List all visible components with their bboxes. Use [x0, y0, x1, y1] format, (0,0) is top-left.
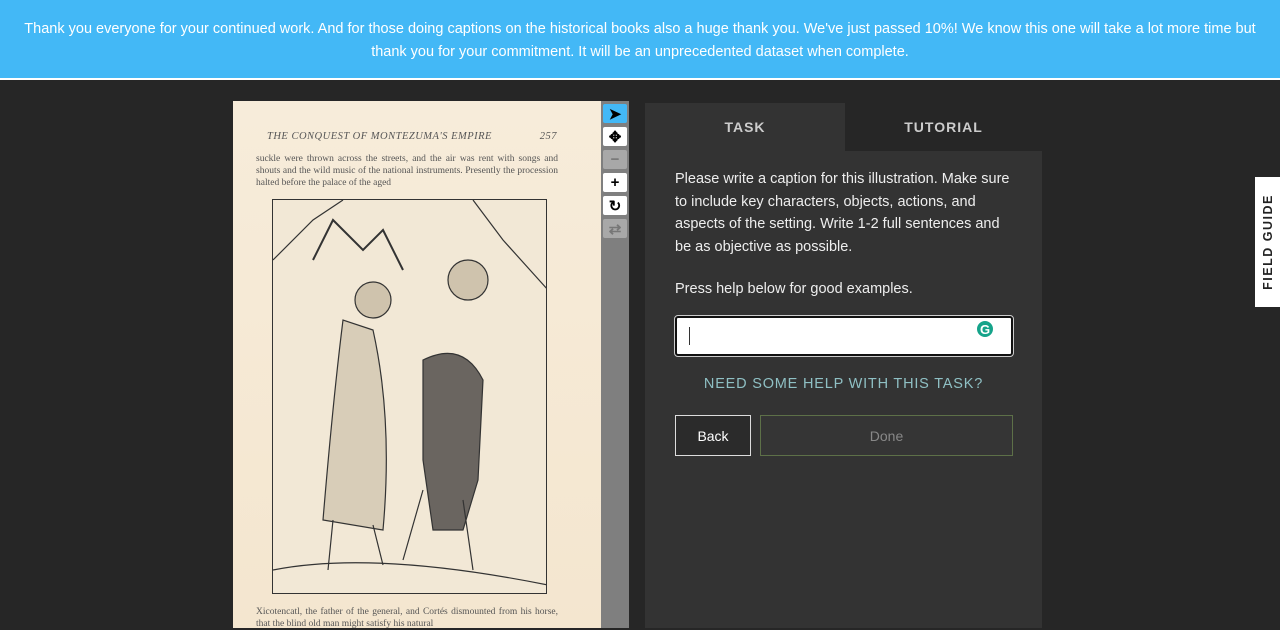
- announcement-banner: Thank you everyone for your continued wo…: [0, 0, 1280, 80]
- move-icon[interactable]: ✥: [603, 127, 627, 146]
- help-hint: Press help below for good examples.: [675, 281, 913, 297]
- banner-text: Thank you everyone for your continued wo…: [24, 21, 1256, 60]
- field-guide-tab[interactable]: FIELD GUIDE: [1255, 177, 1280, 307]
- page-text-bottom: Xicotencatl, the father of the general, …: [256, 607, 558, 629]
- running-header: THE CONQUEST OF MONTEZUMA'S EMPIRE 257: [267, 131, 557, 142]
- caption-input[interactable]: G: [674, 315, 1014, 357]
- image-toolbar: ➤ ✥ − + ↻ ⇄: [601, 101, 629, 628]
- header-title: THE CONQUEST OF MONTEZUMA'S EMPIRE: [267, 131, 492, 142]
- task-instruction: Please write a caption for this illustra…: [675, 171, 1010, 255]
- reset-icon[interactable]: ⇄: [603, 219, 627, 238]
- rotate-icon[interactable]: ↻: [603, 196, 627, 215]
- back-button[interactable]: Back: [675, 415, 751, 456]
- pointer-icon[interactable]: ➤: [603, 104, 627, 123]
- page-number: 257: [539, 131, 557, 142]
- task-panel: TASK TUTORIAL Please write a caption for…: [645, 103, 1042, 628]
- help-link[interactable]: NEED SOME HELP WITH THIS TASK?: [645, 376, 1042, 392]
- text-caret: [689, 327, 690, 345]
- illustration-sketch: [273, 200, 546, 586]
- subject-image[interactable]: THE CONQUEST OF MONTEZUMA'S EMPIRE 257 su…: [233, 101, 601, 629]
- illustration: [272, 199, 547, 594]
- page-text-top: suckle were thrown across the streets, a…: [256, 154, 558, 188]
- zoom-out-icon[interactable]: −: [603, 150, 627, 169]
- zoom-in-icon[interactable]: +: [603, 173, 627, 192]
- tab-task[interactable]: TASK: [645, 103, 845, 151]
- grammarly-icon[interactable]: G: [975, 319, 995, 339]
- done-button[interactable]: Done: [760, 415, 1013, 456]
- field-guide-label: FIELD GUIDE: [1260, 194, 1275, 290]
- tab-tutorial[interactable]: TUTORIAL: [845, 103, 1042, 151]
